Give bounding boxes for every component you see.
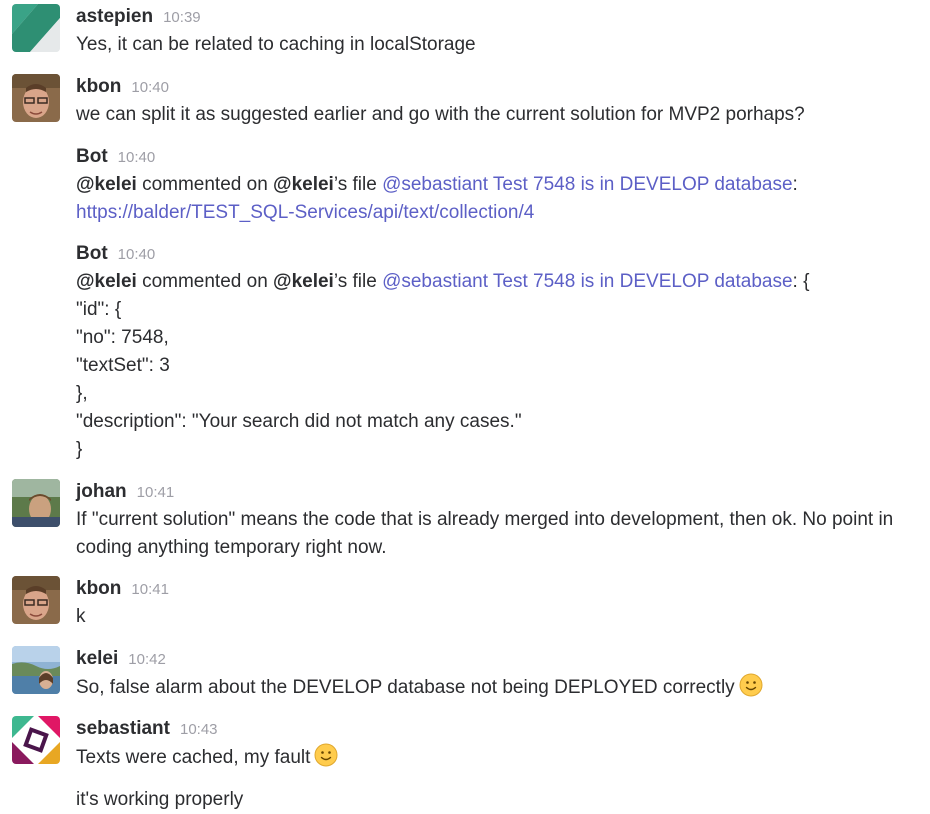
json-line: "id": { (76, 299, 122, 320)
message-header: sebastiant 10:43 (76, 716, 218, 742)
author-name[interactable]: Bot (76, 146, 108, 167)
user-mention[interactable]: @kelei (76, 174, 137, 195)
message-text: k (76, 603, 926, 631)
message-bot: Bot 10:40 @kelei commented on @kelei’s fi… (0, 144, 930, 230)
timestamp[interactable]: 10:41 (131, 581, 169, 598)
kelei-avatar-icon (12, 646, 60, 694)
user-mention[interactable]: @kelei (273, 174, 334, 195)
message-line: https://balder/TEST_SQL-Services/api/tex… (76, 199, 926, 227)
file-link[interactable]: @sebastiant Test 7548 is in DEVELOP data… (382, 174, 792, 195)
message-line: @kelei commented on @kelei’s file @sebas… (76, 171, 926, 199)
message-bot: Bot 10:40 @kelei commented on @kelei’s fi… (0, 241, 930, 465)
colon-text: : (792, 174, 798, 195)
json-line: "description": "Your search did not matc… (76, 411, 522, 432)
johan-avatar[interactable] (12, 479, 60, 527)
file-link[interactable]: @sebastiant Test 7548 is in DEVELOP data… (382, 271, 792, 292)
author-name[interactable]: astepien (76, 6, 153, 27)
kelei-avatar[interactable] (12, 646, 60, 694)
message-line: @kelei commented on @kelei’s file @sebas… (76, 268, 926, 296)
johan-avatar-icon (12, 479, 60, 527)
json-line: }, (76, 383, 88, 404)
user-mention[interactable]: @kelei (273, 271, 334, 292)
file-text: ’s file (333, 174, 383, 195)
message-content: So, false alarm about the DEVELOP databa… (76, 677, 735, 698)
message-line: it's working properly (76, 789, 244, 810)
message-astepien: astepien 10:39 Yes, it can be related to … (0, 4, 930, 64)
after-link-text: : { (792, 271, 810, 292)
message-header: Bot 10:40 (76, 144, 155, 170)
kbon-avatar[interactable] (12, 576, 60, 624)
message-line: Yes, it can be related to caching in loc… (76, 34, 476, 55)
message-line: So, false alarm about the DEVELOP databa… (76, 673, 926, 702)
kbon-avatar-icon (12, 576, 60, 624)
json-line: } (76, 439, 83, 460)
sebastiant-avatar-icon (12, 716, 60, 764)
kbon-avatar-icon (12, 74, 60, 122)
message-text: So, false alarm about the DEVELOP databa… (76, 673, 926, 702)
message-header: kbon 10:41 (76, 576, 169, 602)
kbon-avatar[interactable] (12, 74, 60, 122)
message-content: Texts were cached, my fault (76, 747, 311, 768)
author-name[interactable]: kbon (76, 578, 121, 599)
timestamp[interactable]: 10:42 (128, 651, 166, 668)
message-line: Texts were cached, my fault (76, 743, 926, 772)
timestamp[interactable]: 10:43 (180, 721, 218, 738)
slightly-smiling-face-icon[interactable] (739, 673, 763, 697)
message-header: kelei 10:42 (76, 646, 166, 672)
message-text: Yes, it can be related to caching in loc… (76, 31, 926, 59)
author-name[interactable]: sebastiant (76, 718, 170, 739)
author-name[interactable]: Bot (76, 243, 108, 264)
message-kelei: kelei 10:42 So, false alarm about the DEV… (0, 646, 930, 706)
message-line: k (76, 606, 86, 627)
message-sebastiant: sebastiant 10:43 Texts were cached, my fa… (0, 716, 930, 813)
message-header: johan 10:41 (76, 479, 174, 505)
message-text: @kelei commented on @kelei’s file @sebas… (76, 268, 926, 464)
comment-text: commented on (136, 174, 274, 195)
json-line: "textSet": 3 (76, 355, 170, 376)
json-line: "no": 7548, (76, 327, 169, 348)
timestamp[interactable]: 10:39 (163, 9, 201, 26)
message-header: kbon 10:40 (76, 74, 169, 100)
message-line: we can split it as suggested earlier and… (76, 104, 805, 125)
message-header: Bot 10:40 (76, 241, 155, 267)
timestamp[interactable]: 10:40 (131, 79, 169, 96)
slightly-smiling-face-icon[interactable] (314, 743, 338, 767)
astepien-avatar[interactable] (12, 4, 60, 52)
message-text: we can split it as suggested earlier and… (76, 101, 926, 129)
message-line: If "current solution" means the code tha… (76, 509, 894, 558)
author-name[interactable]: johan (76, 481, 127, 502)
sebastiant-avatar[interactable] (12, 716, 60, 764)
message-text: @kelei commented on @kelei’s file @sebas… (76, 171, 926, 227)
message-kbon: kbon 10:41 k (0, 576, 930, 636)
url-link[interactable]: https://balder/TEST_SQL-Services/api/tex… (76, 202, 534, 223)
message-text: If "current solution" means the code tha… (76, 506, 926, 562)
message-johan: johan 10:41 If "current solution" means t… (0, 479, 930, 565)
user-mention[interactable]: @kelei (76, 271, 137, 292)
comment-text: commented on (136, 271, 274, 292)
message-header: astepien 10:39 (76, 4, 201, 30)
timestamp[interactable]: 10:40 (118, 246, 156, 263)
message-kbon: kbon 10:40 we can split it as suggested e… (0, 74, 930, 134)
author-name[interactable]: kelei (76, 648, 118, 669)
author-name[interactable]: kbon (76, 76, 121, 97)
message-text: Texts were cached, my fault it's working… (76, 743, 926, 814)
timestamp[interactable]: 10:40 (118, 149, 156, 166)
timestamp[interactable]: 10:41 (137, 484, 175, 501)
file-text: ’s file (333, 271, 383, 292)
astepien-avatar-icon (12, 4, 60, 52)
